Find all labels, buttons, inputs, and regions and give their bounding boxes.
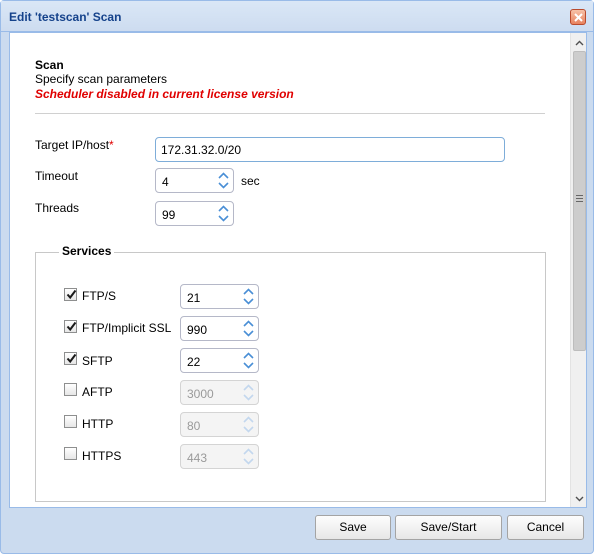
- threads-spinner[interactable]: 99: [155, 201, 234, 226]
- cancel-button[interactable]: Cancel: [507, 515, 584, 540]
- services-legend: Services: [59, 244, 115, 258]
- target-label-text: Target IP/host: [35, 138, 110, 152]
- port-value: 22: [187, 355, 201, 369]
- http-port-spinner: 80: [180, 412, 259, 437]
- checkbox-https[interactable]: [64, 447, 77, 460]
- close-icon: [574, 13, 583, 22]
- scroll-down-icon[interactable]: [573, 491, 586, 506]
- target-input[interactable]: 172.31.32.0/20: [155, 137, 505, 162]
- required-marker: *: [109, 138, 114, 152]
- service-label: AFTP: [82, 385, 113, 399]
- port-value: 990: [187, 323, 208, 337]
- section-heading: Scan: [35, 58, 64, 72]
- service-label: HTTP: [82, 417, 114, 431]
- port-value: 80: [187, 419, 201, 433]
- checkmark-icon: [66, 289, 77, 300]
- spinner-arrows-icon[interactable]: [240, 350, 257, 371]
- license-warning: Scheduler disabled in current license ve…: [35, 87, 294, 101]
- grip-icon: [576, 195, 583, 202]
- checkmark-icon: [66, 353, 77, 364]
- dialog-title: Edit 'testscan' Scan: [9, 10, 122, 24]
- service-label: FTP/S: [82, 289, 117, 303]
- edit-scan-dialog: Edit 'testscan' Scan Scan Specify scan p…: [0, 0, 594, 554]
- checkbox-http[interactable]: [64, 415, 77, 428]
- section-description: Specify scan parameters: [35, 72, 168, 86]
- port-value: 21: [187, 291, 201, 305]
- save-button[interactable]: Save: [315, 515, 391, 540]
- spinner-arrows-icon: [240, 414, 257, 435]
- dialog-footer: Save Save/Start Cancel: [1, 509, 593, 553]
- spinner-arrows-icon[interactable]: [215, 203, 232, 224]
- service-label: SFTP: [82, 354, 113, 368]
- ftps-port-spinner[interactable]: 21: [180, 284, 259, 309]
- scan-form-panel: Scan Specify scan parameters Scheduler d…: [9, 32, 587, 508]
- timeout-label: Timeout: [35, 169, 78, 183]
- timeout-value: 4: [162, 175, 169, 189]
- threads-value: 99: [162, 208, 176, 222]
- spinner-arrows-icon[interactable]: [240, 318, 257, 339]
- port-value: 3000: [187, 387, 214, 401]
- scrollbar-thumb[interactable]: [573, 51, 586, 351]
- sftp-port-spinner[interactable]: 22: [180, 348, 259, 373]
- https-port-spinner: 443: [180, 444, 259, 469]
- dialog-titlebar[interactable]: Edit 'testscan' Scan: [1, 1, 593, 32]
- scroll-up-icon[interactable]: [573, 35, 586, 50]
- spinner-arrows-icon[interactable]: [215, 170, 232, 191]
- checkmark-icon: [66, 321, 77, 332]
- vertical-scrollbar[interactable]: [570, 33, 586, 507]
- threads-label: Threads: [35, 201, 80, 215]
- close-button[interactable]: [570, 9, 586, 25]
- checkbox-sftp[interactable]: [64, 352, 77, 365]
- timeout-unit: sec: [241, 174, 260, 188]
- checkbox-aftp[interactable]: [64, 383, 77, 396]
- target-label: Target IP/host*: [35, 138, 114, 152]
- spinner-arrows-icon: [240, 446, 257, 467]
- save-start-button[interactable]: Save/Start: [395, 515, 502, 540]
- service-label: HTTPS: [82, 449, 122, 463]
- ftp-implicit-ssl-port-spinner[interactable]: 990: [180, 316, 259, 341]
- spinner-arrows-icon: [240, 382, 257, 403]
- checkbox-ftp-implicit-ssl[interactable]: [64, 320, 77, 333]
- spinner-arrows-icon[interactable]: [240, 286, 257, 307]
- aftp-port-spinner: 3000: [180, 380, 259, 405]
- port-value: 443: [187, 451, 208, 465]
- service-label: FTP/Implicit SSL: [82, 321, 172, 335]
- divider: [35, 113, 545, 114]
- timeout-spinner[interactable]: 4: [155, 168, 234, 193]
- checkbox-ftps[interactable]: [64, 288, 77, 301]
